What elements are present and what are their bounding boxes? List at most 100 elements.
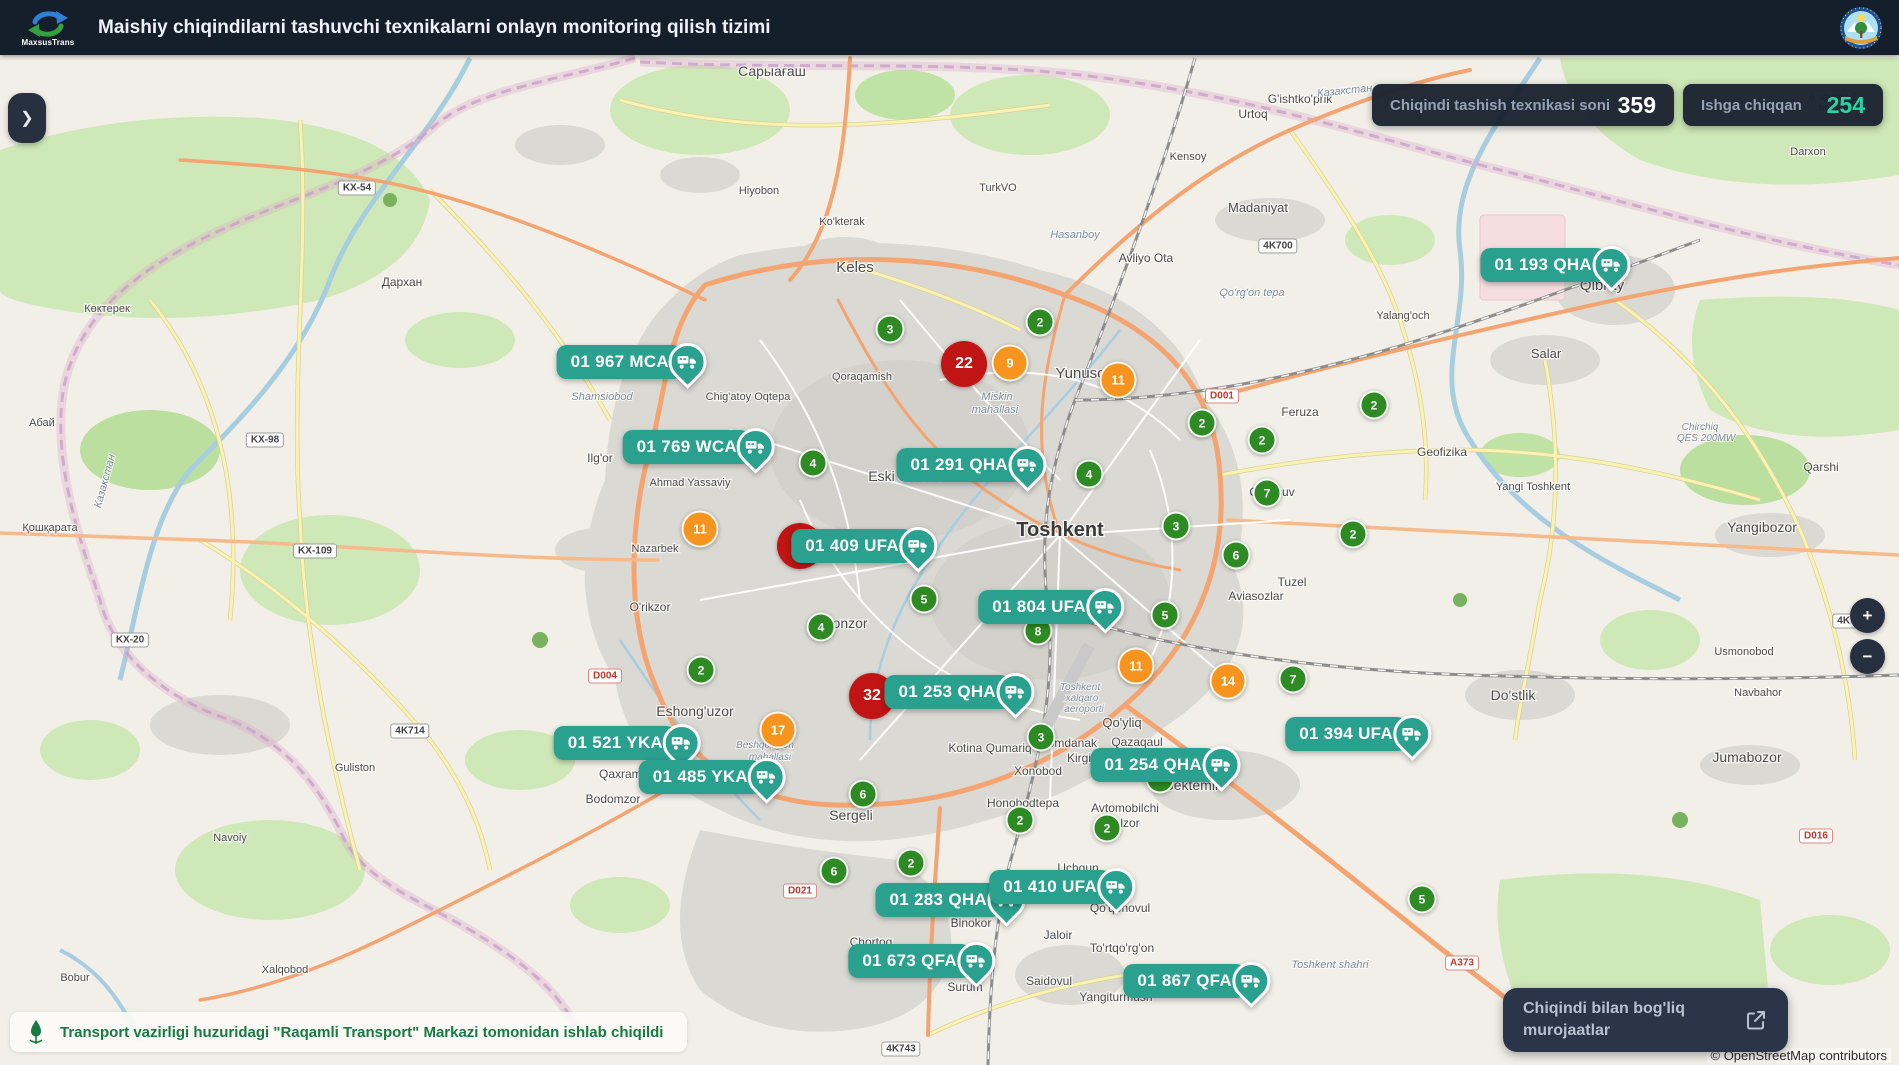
garbage-truck-icon: [891, 519, 945, 573]
cluster-marker-green[interactable]: 4: [1075, 460, 1104, 489]
garbage-truck-icon: [661, 335, 715, 389]
cluster-marker-green[interactable]: 2: [1006, 806, 1035, 835]
app-header: MaxsusTrans Maishiy chiqindilarni tashuv…: [0, 0, 1899, 55]
vehicle-plate-label: 01 410 UFA: [989, 870, 1111, 904]
road-shield: A373: [1445, 956, 1479, 971]
cluster-marker-green[interactable]: 2: [1188, 409, 1217, 438]
vehicle-marker[interactable]: 01 410 UFA: [989, 868, 1135, 906]
cluster-marker-green[interactable]: 2: [897, 849, 926, 878]
chevron-right-icon: ❯: [20, 108, 33, 128]
ministry-tree-icon: [24, 1019, 48, 1046]
page-title: Maishiy chiqindilarni tashuvchi texnikal…: [98, 17, 771, 39]
vehicle-marker[interactable]: 01 193 QHA: [1481, 246, 1631, 284]
cluster-marker-red[interactable]: 22: [941, 341, 987, 387]
vehicle-plate-label: 01 804 UFA: [978, 590, 1100, 624]
credit-bar: Transport vazirligi huzuridagi "Raqamli …: [10, 1012, 687, 1052]
cluster-marker-green[interactable]: 6: [820, 857, 849, 886]
zoom-out-button[interactable]: −: [1850, 639, 1885, 674]
road-shield: D004: [588, 669, 622, 684]
cluster-marker-orange[interactable]: 9: [992, 345, 1029, 382]
marker-layer: KX-54KX-98KX-109KX-204K714D004D021D0014K…: [0, 0, 1899, 1065]
cluster-marker-orange[interactable]: 11: [1118, 648, 1155, 685]
vehicle-marker[interactable]: 01 409 UFA: [791, 527, 937, 565]
minus-icon: −: [1863, 647, 1873, 667]
garbage-truck-icon: [740, 750, 794, 804]
waste-requests-label: Chiqindi bilan bog'liq murojaatlar: [1523, 998, 1708, 1041]
cluster-marker-green[interactable]: 2: [1093, 814, 1122, 843]
vehicle-marker[interactable]: 01 769 WCA: [623, 428, 775, 466]
road-shield: KX-54: [338, 181, 376, 196]
cluster-marker-green[interactable]: 2: [1248, 426, 1277, 455]
road-shield: 4K743: [881, 1042, 920, 1057]
vehicle-marker[interactable]: 01 867 QFA: [1123, 962, 1270, 1000]
vehicle-marker[interactable]: 01 254 QHA: [1091, 746, 1241, 784]
cluster-marker-green[interactable]: 7: [1279, 665, 1308, 694]
plus-icon: +: [1863, 606, 1873, 626]
road-shield: 4K714: [390, 724, 429, 739]
road-shield: KX-98: [246, 433, 284, 448]
cluster-marker-orange[interactable]: 11: [682, 511, 719, 548]
cluster-marker-green[interactable]: 4: [799, 449, 828, 478]
cluster-marker-green[interactable]: 5: [1408, 885, 1437, 914]
cluster-marker-green[interactable]: 3: [876, 315, 905, 344]
vehicle-plate-label: 01 409 UFA: [791, 529, 913, 563]
vehicle-plate-label: 01 283 QHA: [876, 883, 1002, 917]
zoom-in-button[interactable]: +: [1850, 598, 1885, 633]
vehicle-marker[interactable]: 01 673 QFA: [848, 942, 995, 980]
vehicle-plate-label: 01 193 QHA: [1481, 248, 1607, 282]
vehicle-plate-label: 01 291 QHA: [897, 448, 1023, 482]
road-shield: D016: [1799, 829, 1833, 844]
garbage-truck-icon: [1385, 707, 1439, 761]
garbage-truck-icon: [1078, 580, 1132, 634]
road-shield: KX-109: [293, 544, 337, 559]
cluster-marker-green[interactable]: 2: [1339, 520, 1368, 549]
vehicle-plate-label: 01 521 YKA: [554, 726, 677, 760]
vehicle-marker[interactable]: 01 291 QHA: [897, 446, 1047, 484]
cluster-marker-green[interactable]: 2: [1360, 391, 1389, 420]
cluster-marker-orange[interactable]: 17: [760, 712, 797, 749]
cluster-marker-green[interactable]: 6: [849, 780, 878, 809]
garbage-truck-icon: [949, 934, 1003, 988]
stat-total-label: Chiqindi tashish texnikasi soni: [1390, 97, 1610, 114]
cluster-marker-green[interactable]: 2: [1026, 308, 1055, 337]
vehicle-marker[interactable]: 01 394 UFA: [1285, 715, 1431, 753]
cluster-marker-green[interactable]: 2: [687, 656, 716, 685]
cluster-marker-orange[interactable]: 14: [1210, 663, 1247, 700]
waste-requests-card[interactable]: Chiqindi bilan bog'liq murojaatlar: [1503, 988, 1788, 1052]
stat-card-active-vehicles: Ishga chiqqan 254: [1683, 84, 1883, 126]
garbage-truck-icon: [1224, 954, 1278, 1008]
cluster-marker-green[interactable]: 7: [1253, 479, 1282, 508]
vehicle-plate-label: 01 967 MCA: [557, 345, 683, 379]
external-link-icon: [1744, 1008, 1768, 1032]
vehicle-plate-label: 01 485 YKA: [639, 760, 762, 794]
cluster-marker-green[interactable]: 6: [1222, 541, 1251, 570]
vehicle-marker[interactable]: 01 804 UFA: [978, 588, 1124, 626]
vehicle-marker[interactable]: 01 521 YKA: [554, 724, 701, 762]
garbage-truck-icon: [988, 665, 1042, 719]
cluster-marker-green[interactable]: 3: [1162, 512, 1191, 541]
vehicle-plate-label: 01 769 WCA: [623, 430, 751, 464]
stat-card-total-vehicles: Chiqindi tashish texnikasi soni 359: [1372, 84, 1674, 126]
garbage-truck-icon: [1194, 738, 1248, 792]
vehicle-plate-label: 01 394 UFA: [1285, 717, 1407, 751]
garbage-truck-icon: [1584, 238, 1638, 292]
garbage-truck-icon: [1000, 438, 1054, 492]
road-shield: 4K700: [1258, 239, 1297, 254]
cluster-marker-green[interactable]: 3: [1027, 723, 1056, 752]
recycle-arrows-icon: [26, 9, 70, 39]
sidebar-expand-button[interactable]: ❯: [8, 93, 46, 143]
vehicle-plate-label: 01 867 QFA: [1123, 964, 1246, 998]
vehicle-marker[interactable]: 01 253 QHA: [885, 673, 1035, 711]
vehicle-plate-label: 01 673 QFA: [848, 944, 971, 978]
brand-name: MaxsusTrans: [22, 38, 75, 47]
cluster-marker-green[interactable]: 5: [1151, 601, 1180, 630]
garbage-truck-icon: [1089, 860, 1143, 914]
cluster-marker-green[interactable]: 5: [910, 585, 939, 614]
maxsustrans-logo: MaxsusTrans: [16, 9, 80, 47]
vehicle-marker[interactable]: 01 967 MCA: [557, 343, 707, 381]
cluster-marker-green[interactable]: 4: [807, 613, 836, 642]
vehicle-marker[interactable]: 01 485 YKA: [639, 758, 786, 796]
stat-active-value: 254: [1827, 92, 1865, 119]
map[interactable]: СарыағашKelesQibraySalarToshkentYunusobo…: [0, 0, 1899, 1065]
cluster-marker-orange[interactable]: 11: [1100, 362, 1137, 399]
